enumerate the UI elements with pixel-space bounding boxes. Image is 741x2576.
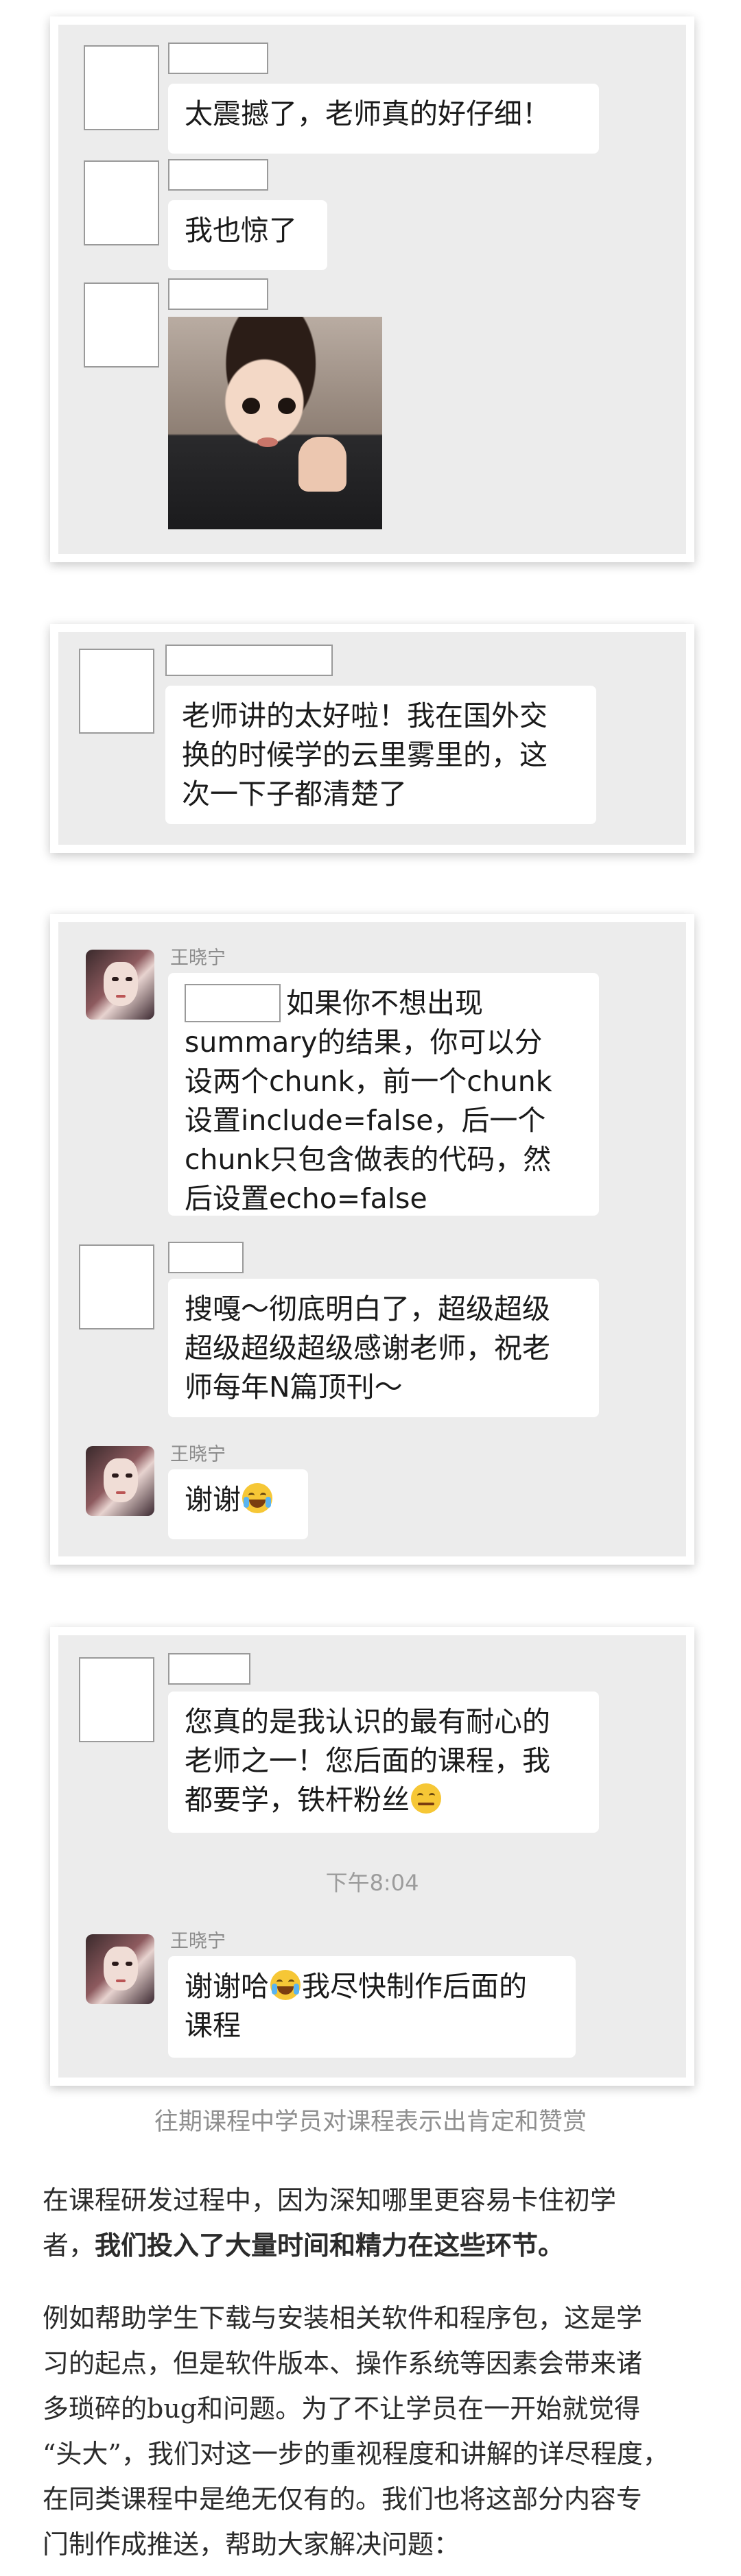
mention-placeholder	[185, 984, 281, 1022]
message-bubble[interactable]: 谢谢哈 我尽快制作后面的 课程	[168, 1956, 576, 2058]
message-bubble[interactable]: 搜嘎～彻底明白了，超级超级 超级超级超级感谢老师，祝老 师每年N篇顶刊～	[168, 1279, 599, 1417]
sticker-image[interactable]	[168, 317, 382, 529]
message-line: 设置include=false，后一个	[185, 1104, 546, 1137]
sender-name: 王晓宁	[170, 1444, 226, 1465]
paragraph-line: 门制作成推送，帮助大家解决问题：	[43, 2529, 460, 2560]
avatar-placeholder	[84, 45, 159, 130]
avatar-eye	[126, 1962, 132, 1966]
message-line: 师每年N篇顶刊～	[185, 1371, 403, 1404]
avatar-mouth	[116, 1979, 126, 1982]
sticker-eye-left	[242, 398, 260, 414]
message-line: 谢谢	[185, 1480, 292, 1519]
message-line: 老师之一！您后面的课程，我	[185, 1744, 550, 1777]
sender-name: 王晓宁	[170, 1931, 226, 1952]
message-text: 如果你不想出现	[286, 987, 483, 1020]
avatar-placeholder	[79, 649, 154, 734]
message-line: 后设置echo=false	[185, 1182, 427, 1215]
message-line: 谢谢哈 我尽快制作后面的	[185, 1967, 559, 2006]
message-bubble[interactable]: 老师讲的太好啦！我在国外交 换的时候学的云里雾里的，这 次一下子都清楚了	[165, 686, 596, 824]
name-placeholder	[165, 645, 333, 676]
message-bubble[interactable]: 如果你不想出现 summary的结果，你可以分 设两个chunk，前一个chun…	[168, 973, 599, 1216]
avatar-face	[104, 1947, 138, 1990]
message-line: 设两个chunk，前一个chunk	[185, 1065, 552, 1098]
laugh-tears-emoji-icon	[242, 1483, 272, 1513]
chat-card-1: 太震撼了，老师真的好仔细！ 我也惊了	[58, 25, 686, 554]
sticker-thumb	[298, 437, 346, 492]
chat-card-4: 您真的是我认识的最有耐心的 老师之一！您后面的课程，我 都要学，铁杆粉丝 下午8…	[58, 1635, 686, 2078]
teacher-avatar[interactable]	[86, 1446, 154, 1516]
paragraph-line: 在同类课程中是绝无仅有的。我们也将这部分内容专	[43, 2484, 643, 2514]
message-line: 搜嘎～彻底明白了，超级超级	[185, 1292, 550, 1325]
paragraph-line: 在课程研发过程中，因为深知哪里更容易卡住初学	[43, 2185, 617, 2215]
name-placeholder	[168, 278, 268, 310]
avatar-placeholder	[84, 160, 159, 245]
message-bubble[interactable]: 谢谢	[168, 1469, 308, 1539]
chat-card-3: 王晓宁 如果你不想出现 summary的结果，你可以分 设两个chunk，前一个…	[58, 922, 686, 1556]
message-text: 太震撼了，老师真的好仔细！	[185, 97, 550, 130]
laugh-tears-emoji-icon	[270, 1970, 301, 2000]
message-line: 老师讲的太好啦！我在国外交	[182, 699, 548, 732]
message-bubble[interactable]: 您真的是我认识的最有耐心的 老师之一！您后面的课程，我 都要学，铁杆粉丝	[168, 1692, 599, 1833]
image-caption: 往期课程中学员对课程表示出肯定和赞赏	[154, 2108, 587, 2136]
message-line: chunk只包含做表的代码，然	[185, 1143, 552, 1176]
message-line: 课程	[185, 2009, 241, 2042]
avatar-mouth	[116, 1491, 126, 1494]
message-text: 我也惊了	[185, 214, 297, 247]
sweat-smile-emoji-icon	[411, 1783, 441, 1814]
body-paragraph-2: 例如帮助学生下载与安装相关软件和程序包，这是学 习的起点，但是软件版本、操作系统…	[43, 2296, 701, 2567]
avatar-eye	[112, 977, 119, 981]
teacher-avatar[interactable]	[86, 950, 154, 1020]
paragraph-bold-text: 我们投入了大量时间和精力在这些环节。	[95, 2230, 565, 2261]
message-text: 都要学，铁杆粉丝	[185, 1783, 410, 1816]
message-line: 换的时候学的云里雾里的，这	[182, 738, 548, 771]
avatar-eye	[126, 977, 132, 981]
avatar-placeholder	[79, 1657, 154, 1742]
avatar-face	[104, 962, 138, 1006]
body-paragraph-1: 在课程研发过程中，因为深知哪里更容易卡住初学 者，我们投入了大量时间和精力在这些…	[43, 2178, 701, 2268]
message-line: 超级超级超级感谢老师，祝老	[185, 1332, 550, 1364]
teacher-avatar[interactable]	[86, 1934, 154, 2004]
avatar-placeholder	[79, 1244, 154, 1329]
paragraph-line: 者，我们投入了大量时间和精力在这些环节。	[43, 2223, 701, 2268]
sender-name: 王晓宁	[170, 948, 226, 969]
name-placeholder	[168, 1242, 244, 1273]
message-bubble[interactable]: 我也惊了	[168, 200, 327, 270]
avatar-face	[104, 1458, 138, 1502]
avatar-eye	[126, 1473, 132, 1478]
sticker-mouth	[257, 437, 278, 447]
message-text: 谢谢哈	[185, 1970, 269, 2003]
message-text: 我尽快制作后面的	[302, 1970, 527, 2003]
message-line: 如果你不想出现	[185, 984, 583, 1023]
message-line: 您真的是我认识的最有耐心的	[185, 1705, 550, 1738]
name-placeholder	[168, 159, 268, 191]
message-line: 都要学，铁杆粉丝	[185, 1781, 583, 1820]
paragraph-text: 者，	[43, 2230, 95, 2261]
message-line: 次一下子都清楚了	[182, 778, 407, 810]
name-placeholder	[168, 43, 268, 74]
sticker-eye-right	[278, 398, 296, 414]
paragraph-line: 习的起点，但是软件版本、操作系统等因素会带来诸	[43, 2348, 643, 2379]
message-text: 谢谢	[185, 1483, 241, 1516]
message-line: summary的结果，你可以分	[185, 1026, 543, 1059]
paragraph-line: 例如帮助学生下载与安装相关软件和程序包，这是学	[43, 2303, 643, 2333]
timestamp: 下午8:04	[325, 1870, 419, 1896]
avatar-placeholder	[84, 282, 159, 368]
message-bubble[interactable]: 太震撼了，老师真的好仔细！	[168, 84, 599, 154]
avatar-mouth	[116, 995, 126, 998]
chat-card-2: 老师讲的太好啦！我在国外交 换的时候学的云里雾里的，这 次一下子都清楚了	[58, 632, 686, 845]
paragraph-line: 多琐碎的bug和问题。为了不让学员在一开始就觉得	[43, 2394, 641, 2424]
paragraph-line: “头大”，我们对这一步的重视程度和讲解的详尽程度，	[43, 2439, 669, 2469]
avatar-eye	[112, 1962, 119, 1966]
name-placeholder	[168, 1653, 250, 1685]
avatar-eye	[112, 1473, 119, 1478]
